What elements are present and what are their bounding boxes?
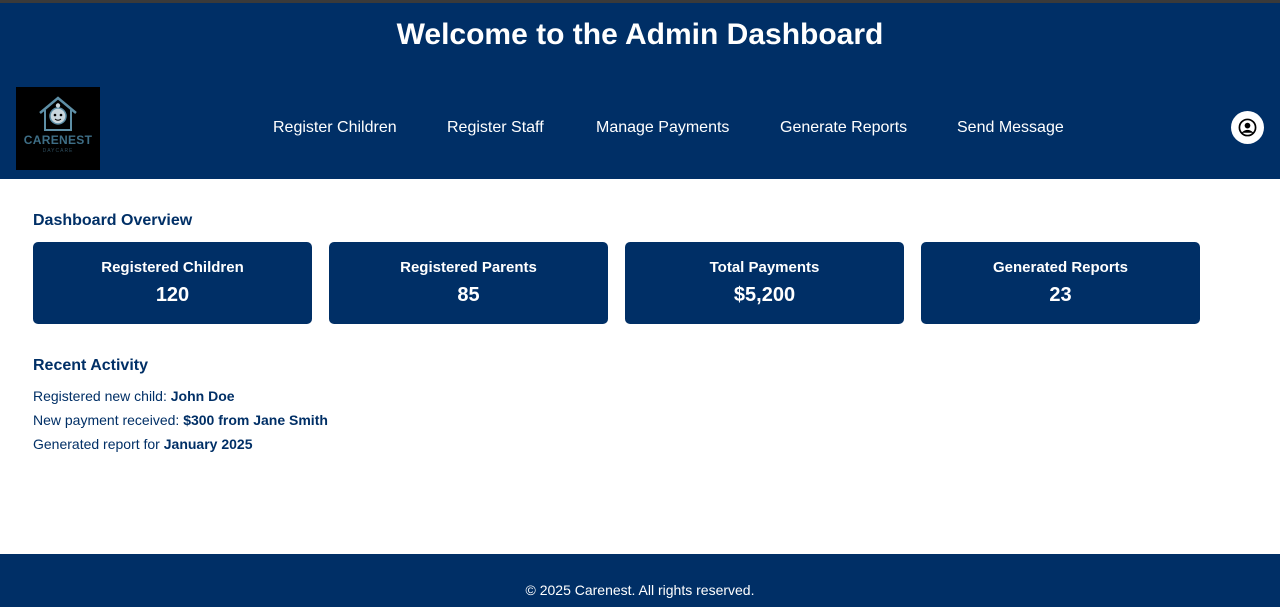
activity-item: New payment received: $300 from Jane Smi… — [33, 412, 328, 428]
stat-card-generated-reports: Generated Reports 23 — [921, 242, 1200, 324]
user-circle-icon — [1238, 118, 1257, 137]
stat-label: Registered Children — [101, 259, 244, 276]
activity-item: Registered new child: John Doe — [33, 388, 235, 404]
activity-text: New payment received: — [33, 412, 184, 428]
footer: © 2025 Carenest. All rights reserved. — [0, 554, 1280, 607]
recent-activity-title: Recent Activity — [33, 357, 148, 374]
stat-value: 23 — [1049, 284, 1072, 306]
stat-card-registered-parents: Registered Parents 85 — [329, 242, 608, 324]
activity-item: Generated report for January 2025 — [33, 436, 252, 452]
nav-manage-payments[interactable]: Manage Payments — [596, 119, 729, 137]
header: Welcome to the Admin Dashboard CARENEST … — [0, 3, 1280, 179]
activity-text: Registered new child: — [33, 388, 171, 404]
overview-title: Dashboard Overview — [33, 212, 193, 229]
stat-label: Generated Reports — [992, 259, 1129, 276]
logo-subtext: DAYCARE — [42, 148, 74, 154]
profile-button[interactable] — [1231, 111, 1264, 144]
footer-copyright: © 2025 Carenest. All rights reserved. — [525, 582, 755, 598]
stat-value: 85 — [457, 284, 480, 306]
nav-generate-reports[interactable]: Generate Reports — [780, 119, 907, 137]
nav-register-children[interactable]: Register Children — [273, 119, 397, 137]
stat-label: Registered Parents — [400, 259, 537, 276]
stat-label: Total Payments — [709, 259, 820, 276]
activity-highlight: January 2025 — [163, 436, 253, 452]
stat-card-registered-children: Registered Children 120 — [33, 242, 312, 324]
stat-value: 120 — [155, 284, 190, 306]
page-title: Welcome to the Admin Dashboard — [396, 18, 884, 51]
stat-value: $5,200 — [733, 284, 796, 306]
activity-highlight: $300 from Jane Smith — [183, 412, 328, 428]
activity-text: Generated report for — [33, 436, 164, 452]
nav-send-message[interactable]: Send Message — [957, 119, 1064, 137]
nav-register-staff[interactable]: Register Staff — [447, 119, 544, 137]
main-nav: Register Children Register Staff Manage … — [0, 119, 1280, 139]
activity-highlight: John Doe — [170, 388, 235, 404]
stat-card-total-payments: Total Payments $5,200 — [625, 242, 904, 324]
